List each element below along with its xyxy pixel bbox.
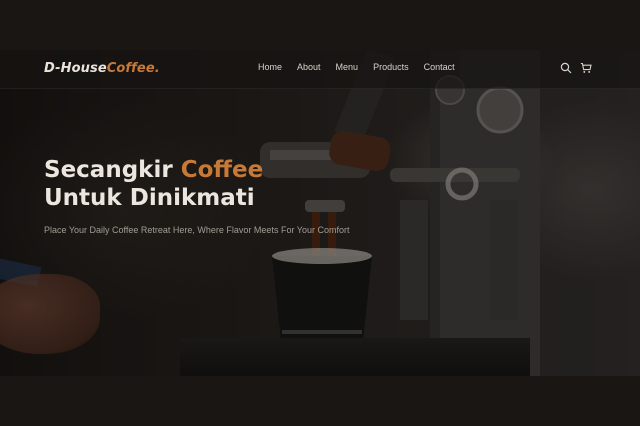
hero-section: D-HouseCoffee. Home About Menu Products … — [0, 50, 640, 376]
hero-title: Secangkir Coffee Untuk Dinikmati — [44, 156, 263, 212]
navbar: D-HouseCoffee. Home About Menu Products … — [0, 50, 640, 89]
nav-products[interactable]: Products — [373, 62, 409, 72]
nav-contact[interactable]: Contact — [424, 62, 455, 72]
dark-overlay — [0, 50, 640, 376]
nav-home[interactable]: Home — [258, 62, 282, 72]
hero-title-accent: Coffee — [180, 157, 264, 183]
search-icon[interactable] — [560, 62, 572, 74]
cart-icon[interactable] — [580, 62, 592, 74]
nav-menu[interactable]: Menu — [336, 62, 359, 72]
nav-about[interactable]: About — [297, 62, 321, 72]
hero-subtitle: Place Your Daily Coffee Retreat Here, Wh… — [44, 225, 350, 235]
hero-title-line1: Secangkir Coffee — [44, 156, 263, 184]
nav-icons — [560, 62, 592, 74]
brand-name-accent: Coffee. — [106, 61, 160, 76]
hero-title-line2: Untuk Dinikmati — [44, 185, 255, 211]
brand-name: D-House — [44, 61, 107, 76]
brand-logo[interactable]: D-HouseCoffee. — [44, 61, 160, 76]
main-nav: Home About Menu Products Contact — [258, 62, 455, 72]
hero-title-prefix: Secangkir — [44, 157, 181, 183]
